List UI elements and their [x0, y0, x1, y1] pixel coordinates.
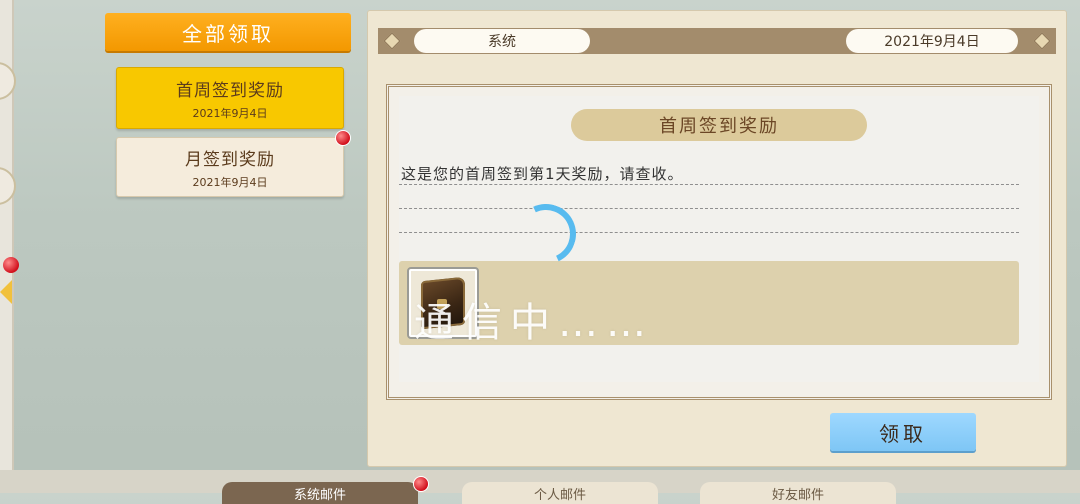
loading-text: 通信中……	[414, 300, 654, 346]
mail-item-date: 2021年9月4日	[192, 106, 268, 120]
mail-list-item[interactable]: 首周签到奖励 2021年9月4日	[116, 67, 344, 129]
ruled-line	[399, 184, 1019, 185]
mail-content-frame: 首周签到奖励 这是您的首周签到第1天奖励，请查收。	[386, 84, 1052, 400]
mail-item-title: 月签到奖励	[185, 149, 275, 170]
unread-dot	[413, 476, 429, 492]
mail-sender: 系统	[414, 29, 590, 53]
mail-detail-panel: 系统 2021年9月4日 首周签到奖励 这是您的首周签到第1天奖励，请查收。	[368, 11, 1066, 466]
mail-item-title: 首周签到奖励	[176, 80, 284, 101]
tab-personal-mail[interactable]: 个人邮件	[462, 482, 658, 504]
collapse-arrow-icon[interactable]	[0, 280, 12, 304]
notification-dot	[3, 257, 19, 273]
tab-system-mail[interactable]: 系统邮件	[222, 482, 418, 504]
mail-title: 首周签到奖励	[571, 109, 867, 141]
unread-dot	[335, 130, 351, 146]
ruled-line	[399, 232, 1019, 233]
mail-item-date: 2021年9月4日	[192, 175, 268, 189]
mail-date: 2021年9月4日	[846, 29, 1018, 53]
tab-friend-mail[interactable]: 好友邮件	[700, 482, 896, 504]
mail-body: 这是您的首周签到第1天奖励，请查收。	[401, 165, 684, 183]
mail-list-item[interactable]: 月签到奖励 2021年9月4日	[116, 137, 344, 197]
ruled-line	[399, 208, 1019, 209]
claim-all-button[interactable]: 全部领取	[105, 13, 351, 51]
claim-button[interactable]: 领取	[830, 413, 976, 451]
